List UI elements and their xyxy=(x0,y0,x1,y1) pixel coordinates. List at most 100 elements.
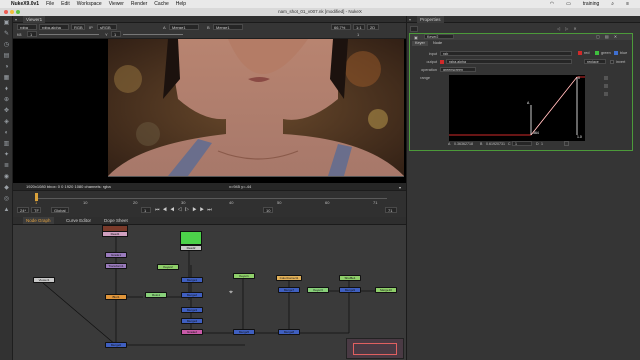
panel-lock-icon[interactable]: ▣ xyxy=(414,35,418,40)
image-tool-icon[interactable]: ▣ xyxy=(3,20,10,27)
merge-tool-icon[interactable]: ⊕ xyxy=(3,97,10,104)
keyer-tool-icon[interactable]: ⬧ xyxy=(3,86,10,93)
playback-controls[interactable]: ⏮◀◀◁▷▶▶⏭ xyxy=(155,207,215,213)
properties-pane-menu-icon[interactable]: ▾ xyxy=(409,17,411,22)
toolsets-tool-icon[interactable]: ≣ xyxy=(3,163,10,170)
draw-tool-icon[interactable]: ✎ xyxy=(3,31,10,38)
red-swatch[interactable] xyxy=(578,51,582,55)
readout-c-field[interactable]: 1 xyxy=(512,141,532,146)
tab-properties[interactable]: Properties xyxy=(417,16,444,23)
menu-render[interactable]: Render xyxy=(131,1,147,7)
node-merge3[interactable]: Merge3 xyxy=(181,307,203,313)
channel-tool-icon[interactable]: ▤ xyxy=(3,53,10,60)
curve-tool-icon-3[interactable] xyxy=(604,92,608,96)
node-grade2[interactable]: Grade2 xyxy=(181,329,203,335)
pane-menu-icon[interactable]: ▾ xyxy=(15,17,17,22)
operation-select[interactable]: greenscreen xyxy=(440,67,476,72)
proxy-select[interactable]: 2D xyxy=(367,24,379,30)
input-a-select[interactable]: Merge1 xyxy=(169,24,199,30)
node-roto1[interactable]: Roto1 xyxy=(145,292,167,298)
gamma-field[interactable]: 1 xyxy=(111,31,121,37)
3d-tool-icon[interactable]: ◈ xyxy=(3,119,10,126)
gain-slider[interactable] xyxy=(39,34,99,35)
node-keyer3[interactable]: Keyer3 xyxy=(307,287,329,293)
time-tool-icon[interactable]: ◷ xyxy=(3,42,10,49)
layer-select[interactable]: rgba.alpha xyxy=(39,24,69,30)
node-blur1[interactable]: Blur1 xyxy=(105,294,127,300)
metadata-tool-icon[interactable]: ▥ xyxy=(3,141,10,148)
curve-tool-icon-2[interactable] xyxy=(604,84,608,88)
node-merge1[interactable]: Merge1 xyxy=(181,277,203,283)
node-merge4[interactable]: Merge4 xyxy=(181,318,203,324)
node-merge9[interactable]: Merge9 xyxy=(339,287,361,293)
node-merge5[interactable]: Merge5 xyxy=(233,329,255,335)
tab-node-graph[interactable]: Node Graph xyxy=(23,217,54,224)
node-merge6[interactable]: Merge6 xyxy=(105,342,127,348)
readout-b-value[interactable]: 0.61920731 xyxy=(486,142,505,146)
current-frame-field[interactable]: 1 xyxy=(141,207,151,213)
end-frame-field[interactable]: 71 xyxy=(385,207,397,213)
navigator-minimap[interactable] xyxy=(346,338,404,359)
display-channel-select[interactable]: RGB xyxy=(71,24,85,30)
readout-reset-icon[interactable] xyxy=(564,141,569,146)
channels-select[interactable]: rgba xyxy=(17,24,37,30)
node-keyer2[interactable]: Keyer2 xyxy=(157,264,179,270)
battery-icon[interactable]: ▭ xyxy=(566,1,571,7)
input-b-select[interactable]: Merge1 xyxy=(213,24,243,30)
panel-window-icons[interactable]: ▢ ▤ ✕ xyxy=(596,34,619,39)
menu-file[interactable]: File xyxy=(46,1,54,7)
furnace-tool-icon[interactable]: ◆ xyxy=(3,185,10,192)
max-panels-field[interactable] xyxy=(410,26,418,32)
node-colorcorrect1[interactable]: ColorCorrect1 xyxy=(276,275,302,281)
color-tool-icon[interactable]: ◑ xyxy=(3,64,10,71)
node-read1[interactable]: Read1 xyxy=(102,231,128,237)
tab-viewer1[interactable]: Viewer1 xyxy=(23,16,46,23)
node-grade1[interactable]: Grade1 xyxy=(105,252,127,258)
tab-keyer[interactable]: Keyer xyxy=(412,41,428,46)
readout-d-value[interactable]: 1 xyxy=(541,142,543,146)
tab-curve-editor[interactable]: Curve Editor xyxy=(63,217,94,224)
menu-workspace[interactable]: Workspace xyxy=(77,1,102,7)
timeline-track[interactable] xyxy=(37,198,387,199)
cara-tool-icon[interactable]: ▲ xyxy=(3,207,10,214)
menubar-user[interactable]: training xyxy=(583,1,599,7)
gamma-slider[interactable] xyxy=(123,34,183,35)
tab-dope-sheet[interactable]: Dope Sheet xyxy=(101,217,131,224)
readout-a-value[interactable]: 0.36362718 xyxy=(454,142,473,146)
blue-swatch[interactable] xyxy=(614,51,618,55)
wifi-icon[interactable]: ◠ xyxy=(550,1,554,7)
transform-tool-icon[interactable]: ✥ xyxy=(3,108,10,115)
timecode-select[interactable]: TF xyxy=(31,207,41,213)
node-merge10[interactable]: Merge10 xyxy=(375,287,397,293)
invert-checkbox[interactable] xyxy=(610,60,614,64)
node-shuffle1[interactable]: Shuffle1 xyxy=(339,275,361,281)
read2-thumbnail[interactable] xyxy=(180,231,202,245)
keyer-range-curve[interactable]: A 364 0 1.0 xyxy=(449,75,585,141)
menu-list-icon[interactable]: ≡ xyxy=(626,1,629,7)
fps-field[interactable]: 24* xyxy=(17,207,29,213)
menu-viewer[interactable]: Viewer xyxy=(109,1,124,7)
node-read2[interactable]: Read2 xyxy=(180,245,202,251)
curve-tool-icon-1[interactable] xyxy=(604,76,608,80)
output-select[interactable]: rgba.alpha xyxy=(446,59,572,64)
gain-field[interactable]: 1 xyxy=(27,31,37,37)
zoom-select[interactable]: 66.7% xyxy=(331,24,351,30)
filter-tool-icon[interactable]: ▦ xyxy=(3,75,10,82)
menu-cache[interactable]: Cache xyxy=(154,1,168,7)
menu-help[interactable]: Help xyxy=(176,1,186,7)
views-tool-icon[interactable]: ◐ xyxy=(3,130,10,137)
minimize-window-button[interactable] xyxy=(10,10,14,14)
search-icon[interactable]: ⌕ xyxy=(611,1,614,7)
node-name-field[interactable]: Keyer2 xyxy=(424,34,454,39)
menu-app[interactable]: NukeX9.0v1 xyxy=(11,1,39,7)
navigator-viewport[interactable] xyxy=(353,343,397,355)
menu-edit[interactable]: Edit xyxy=(61,1,70,7)
other-tool-icon[interactable]: ◉ xyxy=(3,174,10,181)
replace-select[interactable]: replace xyxy=(584,59,606,64)
node-merge2[interactable]: Merge2 xyxy=(181,292,203,298)
node-merge7[interactable]: Merge7 xyxy=(278,287,300,293)
particles-tool-icon[interactable]: ✦ xyxy=(3,152,10,159)
node-graph[interactable]: Read1 Read2 Grade1 Transform1 Keyer2 Mer… xyxy=(13,225,406,360)
close-window-button[interactable] xyxy=(4,10,8,14)
node-grade1b[interactable]: Transform1 xyxy=(105,263,127,269)
